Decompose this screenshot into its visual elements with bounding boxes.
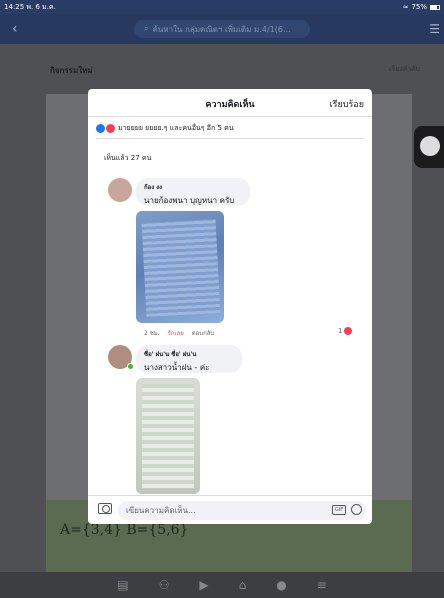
like-reaction-icon bbox=[96, 124, 105, 133]
sort-label[interactable]: เรียงลำดับ bbox=[389, 64, 420, 75]
reaction-count-text: 1 bbox=[338, 327, 343, 335]
notifications-icon[interactable]: ● bbox=[276, 578, 286, 592]
heart-reaction-icon bbox=[106, 124, 115, 133]
avatar[interactable] bbox=[108, 178, 132, 202]
commenter-name[interactable]: ก้อง งง bbox=[144, 182, 242, 192]
seen-count[interactable]: เห็นแล้ว 27 คน bbox=[104, 153, 151, 164]
menu-icon[interactable]: ☰ bbox=[429, 22, 440, 36]
comment-bubble: ก้อง งง นายก้องพนา บุญหนา ครับ bbox=[136, 178, 250, 206]
feed-section-title: กิจกรรมใหม่ bbox=[50, 66, 93, 75]
battery-percent: 75% bbox=[411, 3, 427, 11]
gif-icon[interactable]: GIF bbox=[332, 505, 346, 515]
paper-sheet bbox=[141, 219, 221, 317]
groups-icon[interactable]: ⚇ bbox=[159, 578, 170, 592]
search-icon: ⌕ bbox=[144, 24, 149, 33]
commenter-name[interactable]: ซื่อ' ฝน'น ซื่อ' ฝน'น bbox=[144, 349, 234, 359]
top-bar: ‹ ⌕ ค้นหาใน กลุ่มคณิตฯ เพิ่มเติม ม.4/1(6… bbox=[0, 14, 444, 44]
marketplace-icon[interactable]: ⌂ bbox=[239, 578, 247, 592]
online-status-dot bbox=[127, 363, 134, 370]
comment-photo[interactable] bbox=[136, 211, 224, 323]
status-time: 14:25 bbox=[4, 2, 25, 11]
comment-actions: 2 ชม. รักเลย ตอบกลับ bbox=[144, 328, 214, 338]
comment-text: นางสาวน้ำฝน - ค่ะ bbox=[144, 363, 210, 372]
watch-icon[interactable]: ▶ bbox=[199, 578, 208, 592]
comment-input[interactable]: เขียนความคิดเห็น... bbox=[118, 501, 366, 520]
search-input[interactable]: ⌕ ค้นหาใน กลุ่มคณิตฯ เพิ่มเติม ม.4/1(6..… bbox=[134, 20, 310, 38]
comment-composer: เขียนความคิดเห็น... GIF bbox=[88, 495, 372, 524]
comment-text: นายก้องพนา บุญหนา ครับ bbox=[144, 196, 235, 205]
reactions-summary[interactable]: มายยยย ยยยย.ๆ และคนอื่นๆ อีก 5 คน bbox=[96, 123, 234, 134]
camera-icon[interactable] bbox=[98, 503, 112, 514]
comment-bubble: ซื่อ' ฝน'น ซื่อ' ฝน'น นางสาวน้ำฝน - ค่ะ bbox=[136, 345, 242, 373]
done-button[interactable]: เรียบร้อย bbox=[330, 97, 364, 111]
comment-photo[interactable] bbox=[136, 378, 200, 494]
wifi-icon: ≈ bbox=[402, 3, 409, 11]
heart-reaction-icon bbox=[344, 327, 353, 335]
divider bbox=[96, 138, 364, 139]
battery-icon bbox=[430, 4, 440, 10]
comment-reaction-count[interactable]: 1 bbox=[338, 327, 353, 335]
comment-input-placeholder: เขียนความคิดเห็น... bbox=[126, 506, 196, 515]
status-date: พ. 6 ม.ค. bbox=[26, 2, 56, 11]
search-placeholder: ค้นหาใน กลุ่มคณิตฯ เพิ่มเติม ม.4/1(6... bbox=[152, 24, 291, 34]
comments-dialog: ความคิดเห็น เรียบร้อย มายยยย ยยยย.ๆ และค… bbox=[88, 89, 372, 524]
reactions-text: มายยยย ยยยย.ๆ และคนอื่นๆ อีก 5 คน bbox=[118, 124, 234, 132]
emoji-icon[interactable] bbox=[351, 504, 362, 515]
comment-time: 2 ชม. bbox=[144, 330, 160, 337]
news-feed-icon[interactable]: ▤ bbox=[117, 578, 128, 592]
more-menu-icon[interactable]: ≡ bbox=[317, 578, 327, 592]
status-bar: 14:25 พ. 6 ม.ค. ≈ 75% bbox=[0, 0, 444, 14]
back-arrow-icon[interactable]: ‹ bbox=[12, 21, 32, 37]
bottom-nav: ▤ ⚇ ▶ ⌂ ● ≡ bbox=[0, 572, 444, 598]
assistive-touch-button[interactable] bbox=[414, 126, 444, 168]
love-button[interactable]: รักเลย bbox=[168, 328, 184, 338]
dialog-header: ความคิดเห็น เรียบร้อย bbox=[88, 89, 372, 117]
post-image-text: A={3,4} B={5,6} bbox=[60, 522, 189, 538]
paper-sheet bbox=[142, 384, 194, 488]
reply-button[interactable]: ตอบกลับ bbox=[192, 328, 214, 338]
